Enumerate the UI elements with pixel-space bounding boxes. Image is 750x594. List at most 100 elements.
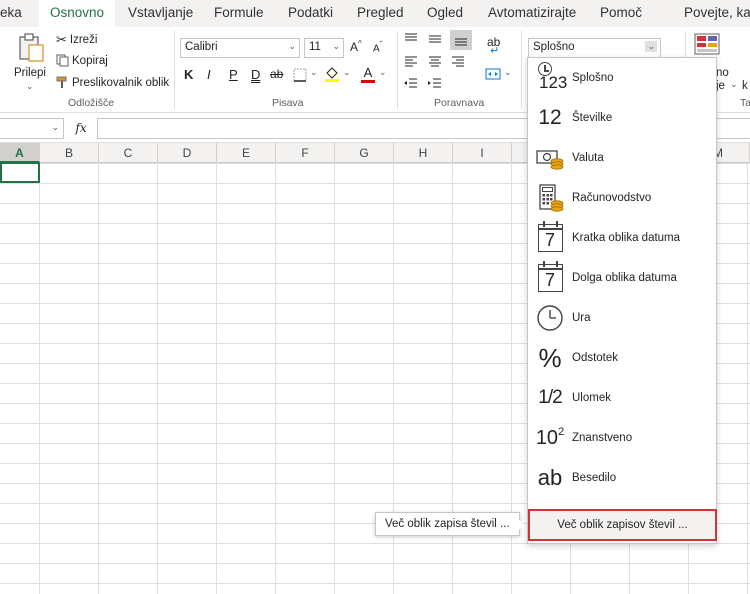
number-glyph: 12 bbox=[538, 106, 562, 129]
cut-label: Izreži bbox=[69, 34, 98, 46]
currency-icon bbox=[528, 138, 572, 178]
borders-icon bbox=[293, 68, 307, 82]
format-option-scientific[interactable]: 10 2 Znanstveno bbox=[528, 418, 716, 458]
short-date-calendar-icon: 7 bbox=[528, 218, 572, 258]
format-option-long-date[interactable]: 7 Dolga oblika datuma bbox=[528, 258, 716, 298]
divider bbox=[521, 31, 522, 109]
font-size-select[interactable]: 11 ⌄ bbox=[304, 38, 344, 58]
underline-button[interactable]: P bbox=[229, 67, 238, 82]
format-option-label: Znanstveno bbox=[572, 432, 633, 444]
more-number-formats-label: Več oblik zapisov števil ... bbox=[557, 519, 688, 531]
column-header-i[interactable]: I bbox=[453, 143, 512, 163]
tell-me-search[interactable]: Povejte, kaj bbox=[684, 5, 750, 20]
column-header-g[interactable]: G bbox=[335, 143, 394, 163]
more-number-formats-button[interactable]: Več oblik zapisov števil ... bbox=[528, 509, 717, 541]
bold-button[interactable]: K bbox=[184, 67, 193, 82]
font-family-select[interactable]: Calibri ⌄ bbox=[180, 38, 300, 58]
format-option-percentage[interactable]: % Odstotek bbox=[528, 338, 716, 378]
align-middle-icon bbox=[429, 35, 441, 43]
align-bottom-button[interactable] bbox=[450, 30, 472, 50]
format-option-label: Splošno bbox=[572, 72, 614, 84]
ribbon-tab-bar: eka Osnovno Vstavljanje Formule Podatki … bbox=[0, 0, 750, 28]
font-family-value: Calibri bbox=[185, 41, 218, 53]
cut-button[interactable]: ✂ Izreži bbox=[56, 32, 97, 48]
format-option-fraction[interactable]: 1/2 Ulomek bbox=[528, 378, 716, 418]
format-painter-button[interactable]: Preslikovalnik oblik bbox=[56, 76, 169, 89]
double-underline-button[interactable]: D bbox=[251, 67, 260, 82]
format-option-accounting[interactable]: Računovodstvo bbox=[528, 178, 716, 218]
general-glyph: 123 bbox=[539, 73, 568, 92]
chevron-down-icon[interactable]: ⌄ bbox=[343, 67, 351, 78]
borders-button[interactable] bbox=[293, 68, 307, 85]
format-option-short-date[interactable]: 7 Kratka oblika datuma bbox=[528, 218, 716, 258]
format-option-number[interactable]: 12 Številke bbox=[528, 98, 716, 138]
format-option-general[interactable]: 123 Splošno bbox=[528, 58, 716, 98]
chevron-down-icon[interactable]: ⌄ bbox=[379, 67, 387, 78]
partial-group-label: Ta bbox=[740, 97, 750, 109]
fill-color-button[interactable] bbox=[324, 65, 340, 86]
tab-datoteka[interactable]: eka bbox=[0, 5, 22, 20]
name-box[interactable]: ⌄ bbox=[0, 118, 64, 139]
clipboard-group-label: Odložišče bbox=[68, 97, 115, 109]
chevron-down-icon: ⌄ bbox=[26, 81, 34, 91]
font-color-button[interactable]: A bbox=[360, 65, 376, 83]
format-option-text[interactable]: ab Besedilo bbox=[528, 458, 716, 498]
align-center-button[interactable] bbox=[427, 55, 445, 71]
tab-pregled[interactable]: Pregled bbox=[357, 5, 404, 20]
format-option-label: Številke bbox=[572, 112, 613, 124]
column-header-f[interactable]: F bbox=[276, 143, 335, 163]
merge-center-button[interactable]: ⌄ bbox=[485, 67, 517, 83]
active-cell-a1[interactable] bbox=[0, 162, 40, 183]
partial-label: je bbox=[716, 80, 725, 92]
tab-podatki[interactable]: Podatki bbox=[288, 5, 333, 20]
merge-cells-icon bbox=[485, 68, 501, 80]
align-left-button[interactable] bbox=[403, 55, 421, 71]
conditional-formatting-icon bbox=[694, 33, 720, 55]
tab-ogled[interactable]: Ogled bbox=[427, 5, 463, 20]
align-center-icon bbox=[429, 56, 441, 67]
italic-button[interactable]: I bbox=[207, 67, 211, 82]
font-size-value: 11 bbox=[309, 41, 321, 53]
conditional-formatting-button[interactable] bbox=[694, 33, 722, 59]
alignment-group-label: Poravnava bbox=[434, 97, 485, 109]
tab-pomoc[interactable]: Pomoč bbox=[600, 5, 642, 20]
format-painter-brush-icon bbox=[56, 76, 67, 88]
shrink-font-button[interactable]: Aˇ bbox=[373, 40, 382, 54]
tab-avtomatizirajte[interactable]: Avtomatizirajte bbox=[488, 5, 576, 20]
format-option-time[interactable]: Ura bbox=[528, 298, 716, 338]
fraction-glyph: 1/2 bbox=[538, 387, 562, 408]
insert-function-button[interactable]: fx bbox=[68, 118, 94, 139]
column-header-d[interactable]: D bbox=[158, 143, 217, 163]
column-header-e[interactable]: E bbox=[217, 143, 276, 163]
tab-osnovno[interactable]: Osnovno bbox=[39, 0, 116, 28]
align-top-button[interactable] bbox=[403, 32, 421, 48]
grow-font-button[interactable]: A^ bbox=[350, 39, 362, 54]
scientific-base-glyph: 10 bbox=[535, 426, 559, 449]
column-header-h[interactable]: H bbox=[394, 143, 453, 163]
tab-vstavljanje[interactable]: Vstavljanje bbox=[128, 5, 193, 20]
divider bbox=[397, 31, 398, 109]
increase-indent-button[interactable] bbox=[427, 77, 445, 93]
font-group-label: Pisava bbox=[272, 97, 304, 109]
align-middle-button[interactable] bbox=[427, 32, 445, 48]
strikethrough-button[interactable]: ab bbox=[270, 67, 283, 81]
format-option-label: Ulomek bbox=[572, 392, 611, 404]
decrease-indent-button[interactable] bbox=[403, 77, 421, 93]
column-header-c[interactable]: C bbox=[99, 143, 158, 163]
align-right-button[interactable] bbox=[450, 55, 468, 71]
align-bottom-icon bbox=[455, 38, 467, 46]
chevron-down-icon[interactable]: ⌄ bbox=[310, 67, 318, 78]
tab-formule[interactable]: Formule bbox=[214, 5, 264, 20]
wrap-text-button[interactable]: ab ↵ bbox=[485, 35, 505, 59]
column-header-b[interactable]: B bbox=[40, 143, 99, 163]
format-option-currency[interactable]: Valuta bbox=[528, 138, 716, 178]
number-12-icon: 12 bbox=[528, 98, 572, 138]
tooltip-text: Več oblik zapisa števil ... bbox=[385, 518, 510, 530]
number-format-select[interactable]: Splošno ⌄ bbox=[528, 38, 661, 58]
grow-font-letter: A bbox=[350, 40, 359, 54]
long-date-calendar-icon: 7 bbox=[528, 258, 572, 298]
column-header-a[interactable]: A bbox=[0, 143, 40, 163]
scissors-icon: ✂ bbox=[56, 32, 67, 47]
copy-button[interactable]: Kopiraj bbox=[56, 54, 108, 67]
paste-button[interactable]: Prilepi ⌄ bbox=[10, 31, 50, 93]
